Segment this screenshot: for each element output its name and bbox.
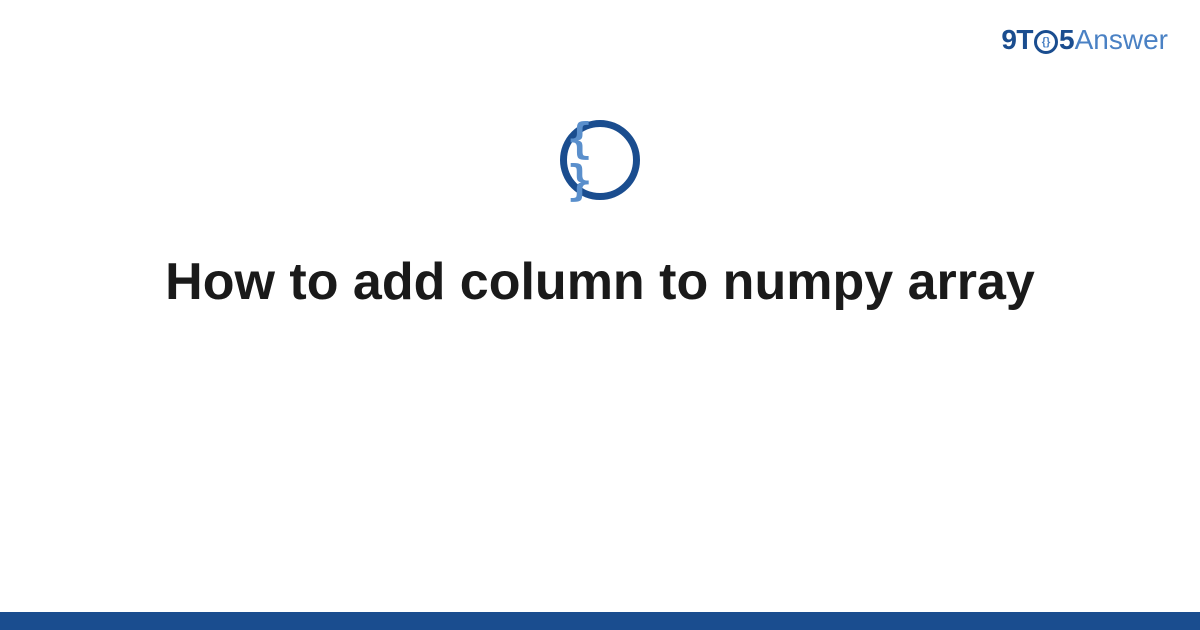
logo-text-answer: Answer <box>1075 24 1168 56</box>
code-braces-icon: { } <box>567 118 633 202</box>
logo-o-icon: {} <box>1034 30 1058 54</box>
logo-text-9t: 9T <box>1001 24 1033 56</box>
logo-text-5: 5 <box>1059 24 1075 56</box>
footer-accent-bar <box>0 612 1200 630</box>
category-icon-circle: { } <box>560 120 640 200</box>
main-content: { } How to add column to numpy array <box>0 120 1200 315</box>
logo-inner-braces: {} <box>1042 37 1051 48</box>
site-logo: 9T {} 5 Answer <box>1001 24 1168 56</box>
page-title: How to add column to numpy array <box>165 250 1035 315</box>
